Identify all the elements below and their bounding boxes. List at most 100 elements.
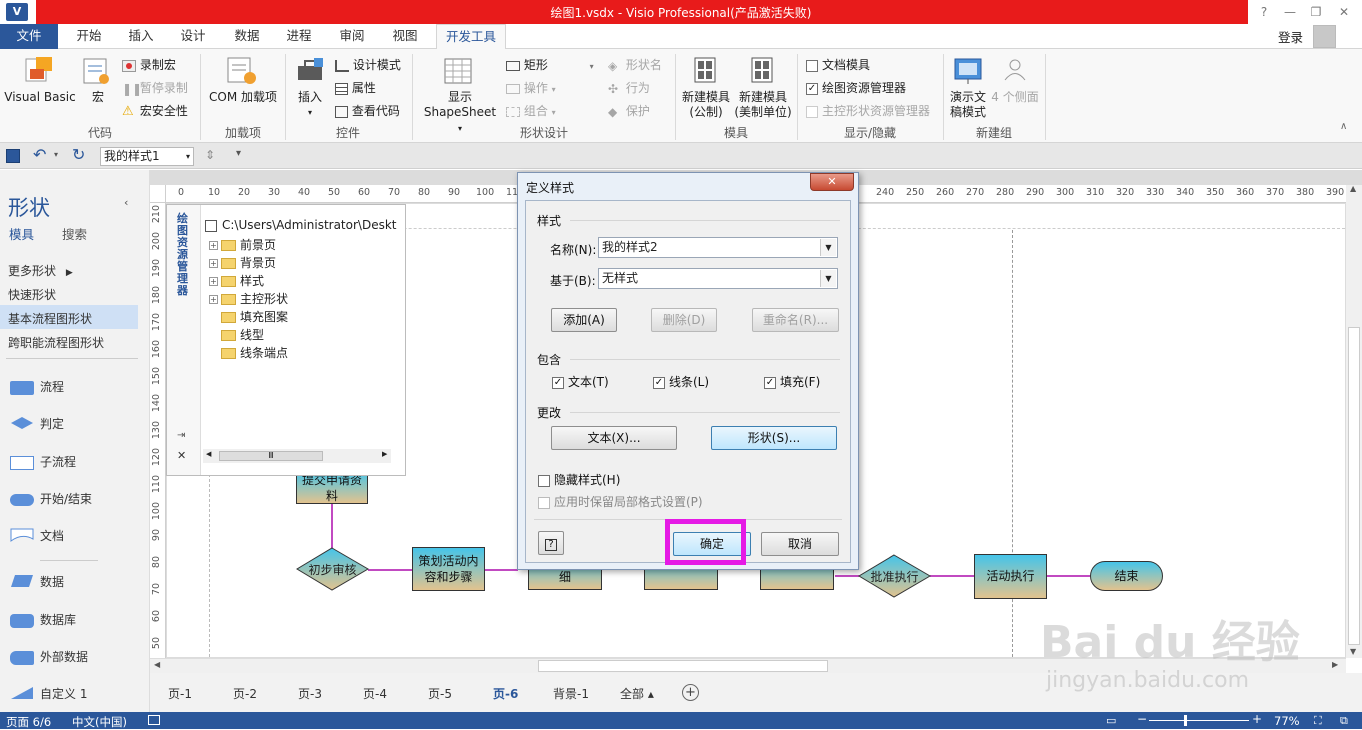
flow-decision-approve[interactable]: 批准执行 (858, 554, 931, 598)
page-tab-1[interactable]: 页-1 (168, 685, 192, 702)
format-painter-icon[interactable]: ⇕ (205, 148, 215, 162)
macros-button[interactable]: 宏 (84, 90, 112, 105)
tree-node-masters[interactable]: + 主控形状 (209, 290, 288, 307)
presentation-mode-icon[interactable]: ▭ (1106, 714, 1116, 727)
switch-window-icon[interactable]: ⧉ (1340, 714, 1348, 728)
zoom-out-icon[interactable]: − (1137, 712, 1147, 726)
include-text-checkbox[interactable]: ✓ 文本(T) (552, 373, 609, 390)
shape-external-data[interactable]: 外部数据 (10, 648, 88, 665)
cancel-button[interactable]: 取消 (761, 532, 839, 556)
save-icon[interactable] (6, 149, 20, 163)
shape-subprocess[interactable]: 子流程 (10, 453, 76, 470)
new-stencil-metric-button[interactable]: 新建模具 (公制) (676, 90, 736, 120)
undo-icon[interactable]: ↶ (33, 145, 46, 164)
add-button[interactable]: 添加(A) (551, 308, 617, 332)
scroll-down-icon[interactable]: ▼ (1350, 647, 1356, 656)
more-shapes-item[interactable]: 更多形状 ▶ (8, 262, 73, 279)
shape-process[interactable]: 流程 (10, 378, 64, 395)
add-page-icon[interactable]: + (682, 684, 699, 701)
close-icon[interactable]: ✕ (177, 449, 186, 462)
operations-button[interactable]: 操作 ▾ (506, 79, 556, 96)
insert-control-button[interactable]: 插入 (292, 90, 328, 105)
connector-line[interactable] (835, 575, 859, 577)
tab-home[interactable]: 开始 (68, 24, 110, 49)
tab-developer[interactable]: 开发工具 (436, 24, 506, 50)
based-on-select[interactable]: 无样式 ▼ (598, 268, 838, 289)
tree-node-line-patterns[interactable]: 线型 (221, 326, 264, 343)
explorer-root[interactable]: C:\Users\Administrator\Deskt (205, 218, 397, 232)
close-button[interactable]: ✕ (1333, 2, 1355, 22)
chevron-down-icon[interactable]: ▾ (54, 150, 58, 159)
shape-start-end[interactable]: 开始/结束 (10, 490, 92, 507)
flow-terminator-end[interactable]: 结束 (1090, 561, 1163, 591)
keep-local-checkbox[interactable]: 应用时保留局部格式设置(P) (538, 493, 703, 510)
fit-page-icon[interactable]: ⛶ (1314, 714, 1322, 728)
shape-format-button[interactable]: 形状(S)... (711, 426, 837, 450)
scroll-right-icon[interactable]: ▶ (382, 450, 387, 458)
presentation-mode-button[interactable]: 演示文 稿模式 (946, 90, 990, 120)
shape-custom-1[interactable]: 自定义 1 (10, 685, 87, 703)
page-tab-2[interactable]: 页-2 (233, 685, 257, 702)
design-mode-button[interactable]: 设计模式 (335, 56, 401, 73)
text-format-button[interactable]: 文本(X)... (551, 426, 677, 450)
rectangle-button[interactable]: 矩形 ▾ (506, 56, 594, 73)
expand-icon[interactable]: + (209, 259, 218, 268)
style-selector[interactable]: 我的样式1 ▾ (100, 147, 194, 166)
page-tab-5[interactable]: 页-5 (428, 685, 452, 702)
minimize-button[interactable]: — (1279, 2, 1301, 22)
page-tab-4[interactable]: 页-4 (363, 685, 387, 702)
redo-icon[interactable]: ↻ (72, 145, 85, 164)
zoom-slider-thumb[interactable] (1184, 715, 1187, 726)
pin-icon[interactable]: ⇥ (177, 430, 185, 441)
tab-review[interactable]: 审阅 (331, 24, 373, 49)
flow-process-execute[interactable]: 活动执行 (974, 554, 1047, 599)
expand-icon[interactable]: + (209, 295, 218, 304)
scroll-right-icon[interactable]: ▶ (1332, 660, 1338, 669)
dialog-close-button[interactable]: ✕ (810, 173, 854, 191)
tree-node-background[interactable]: + 背景页 (209, 254, 276, 271)
pause-recording-button[interactable]: ❚❚ 暂停录制 (122, 79, 188, 96)
flow-process-plan[interactable]: 策划活动内容和步骤 (412, 547, 485, 591)
hidden-style-checkbox[interactable]: 隐藏样式(H) (538, 471, 620, 488)
delete-button[interactable]: 删除(D) (651, 308, 717, 332)
shape-document[interactable]: 文档 (10, 527, 64, 545)
tab-search[interactable]: 搜索 (62, 224, 87, 243)
tree-node-line-ends[interactable]: 线条端点 (221, 344, 288, 361)
quick-shapes-item[interactable]: 快速形状 (8, 286, 56, 303)
drawing-explorer-checkbox[interactable]: ✓ 绘图资源管理器 (806, 79, 906, 96)
tree-node-styles[interactable]: + 样式 (209, 272, 264, 289)
behavior-button[interactable]: ✣ 行为 (608, 79, 650, 96)
chevron-down-icon[interactable]: ▼ (820, 239, 836, 256)
macro-security-button[interactable]: ⚠ 宏安全性 (122, 102, 188, 119)
status-language[interactable]: 中文(中国) (72, 714, 127, 730)
com-addins-button[interactable]: COM 加载项 (204, 90, 282, 105)
tab-insert[interactable]: 插入 (120, 24, 162, 49)
scroll-left-icon[interactable]: ◀ (154, 660, 160, 669)
connector-line[interactable] (930, 575, 974, 577)
collapse-panel-icon[interactable]: ‹ (124, 196, 128, 209)
shape-decision[interactable]: 判定 (10, 415, 64, 433)
shape-name-button[interactable]: ◈ 形状名 (608, 56, 662, 73)
flow-decision-review[interactable]: 初步审核 (296, 547, 369, 591)
expand-icon[interactable]: + (209, 241, 218, 250)
include-line-checkbox[interactable]: ✓ 线条(L) (653, 373, 709, 390)
connector-line[interactable] (331, 504, 333, 552)
view-code-button[interactable]: 查看代码 (335, 102, 400, 119)
tab-process[interactable]: 进程 (278, 24, 320, 49)
tab-design[interactable]: 设计 (172, 24, 214, 49)
properties-button[interactable]: 属性 (335, 79, 376, 96)
vertical-scroll-thumb[interactable] (1348, 327, 1360, 645)
rename-button[interactable]: 重命名(R)... (752, 308, 839, 332)
tree-node-foreground[interactable]: + 前景页 (209, 236, 276, 253)
shape-data[interactable]: 数据 (10, 573, 64, 591)
expand-icon[interactable]: + (209, 277, 218, 286)
cross-functional-item[interactable]: 跨职能流程图形状 (8, 334, 104, 351)
visual-basic-button[interactable]: Visual Basic (2, 90, 78, 105)
avatar[interactable] (1313, 25, 1336, 48)
shape-database[interactable]: 数据库 (10, 611, 76, 628)
zoom-level[interactable]: 77% (1274, 714, 1300, 728)
customize-toolbar-icon[interactable]: ▾ (236, 148, 241, 159)
page-tab-background-1[interactable]: 背景-1 (553, 685, 589, 702)
protection-button[interactable]: ◆ 保护 (608, 102, 650, 119)
chevron-down-icon[interactable]: ▼ (820, 270, 836, 287)
